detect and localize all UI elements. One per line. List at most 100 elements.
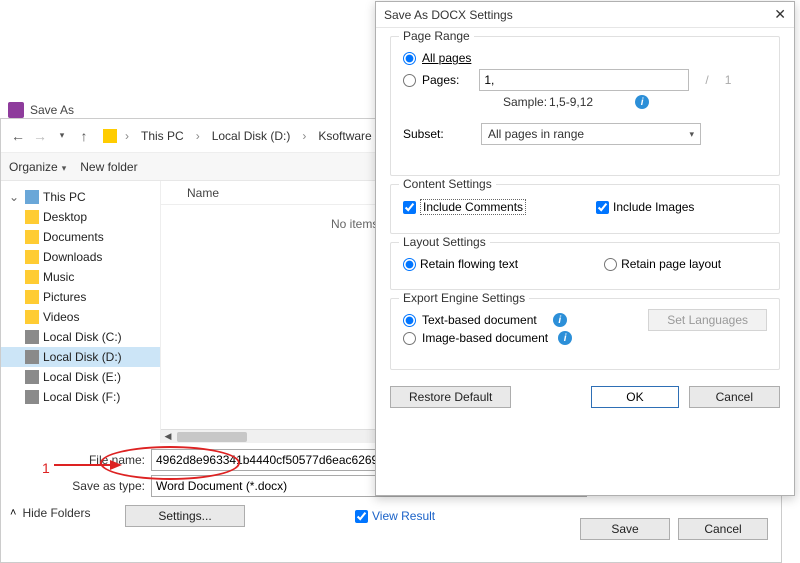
sample-value: 1,5-9,12 bbox=[549, 95, 593, 109]
tree-item-local-disk-d-[interactable]: Local Disk (D:) bbox=[1, 347, 160, 367]
crumb-sep: › bbox=[119, 125, 135, 147]
empty-message: No items bbox=[331, 217, 378, 231]
dialog-cancel-button[interactable]: Cancel bbox=[689, 386, 780, 408]
nav-fwd-icon[interactable]: → bbox=[29, 125, 51, 147]
image-based-radio[interactable] bbox=[403, 332, 416, 345]
content-settings-legend: Content Settings bbox=[399, 177, 496, 191]
tree-icon bbox=[25, 250, 39, 264]
docx-settings-dialog: Save As DOCX Settings ✕ Page Range All p… bbox=[375, 1, 795, 496]
tree-label: Local Disk (C:) bbox=[43, 330, 122, 344]
crumb-sep: › bbox=[296, 125, 312, 147]
ok-button[interactable]: OK bbox=[591, 386, 678, 408]
all-pages-radio[interactable] bbox=[403, 52, 416, 65]
set-languages-button: Set Languages bbox=[648, 309, 767, 331]
tree-label: Music bbox=[43, 270, 74, 284]
tree-item-local-disk-c-[interactable]: Local Disk (C:) bbox=[1, 327, 160, 347]
page-range-group: Page Range All pages Pages: / 1 Sample: … bbox=[390, 36, 780, 176]
expand-icon[interactable]: ⌄ bbox=[7, 190, 21, 204]
crumb-sep: › bbox=[190, 125, 206, 147]
tree-icon bbox=[25, 310, 39, 324]
chevron-down-icon: ▾ bbox=[689, 129, 694, 140]
pages-slash: / bbox=[705, 73, 708, 87]
tree-item-downloads[interactable]: Downloads bbox=[1, 247, 160, 267]
include-comments-tick[interactable] bbox=[403, 201, 416, 214]
tree-item-desktop[interactable]: Desktop bbox=[1, 207, 160, 227]
image-based-info-icon[interactable]: i bbox=[558, 331, 572, 345]
tree-label: Videos bbox=[43, 310, 79, 324]
nav-up-icon[interactable]: ↑ bbox=[73, 125, 95, 147]
subset-label: Subset: bbox=[403, 127, 475, 141]
tree-icon bbox=[25, 270, 39, 284]
export-engine-legend: Export Engine Settings bbox=[399, 291, 529, 305]
crumb-3[interactable]: Ksoftware bbox=[312, 125, 377, 147]
page-range-legend: Page Range bbox=[399, 29, 474, 43]
tree-icon bbox=[25, 210, 39, 224]
pages-label: Pages: bbox=[422, 73, 459, 87]
include-comments-checkbox[interactable]: Include Comments bbox=[403, 199, 526, 215]
text-based-label: Text-based document bbox=[422, 313, 537, 327]
hide-folders-link[interactable]: Hide Folders bbox=[22, 506, 90, 520]
sample-label: Sample: bbox=[503, 95, 547, 109]
text-based-info-icon[interactable]: i bbox=[553, 313, 567, 327]
crumb-2[interactable]: Local Disk (D:) bbox=[206, 125, 297, 147]
restore-default-button[interactable]: Restore Default bbox=[390, 386, 511, 408]
tree-item-local-disk-e-[interactable]: Local Disk (E:) bbox=[1, 367, 160, 387]
tree-item-music[interactable]: Music bbox=[1, 267, 160, 287]
tree-label: This PC bbox=[43, 190, 86, 204]
include-comments-label: Include Comments bbox=[420, 199, 526, 215]
drive-root-icon bbox=[103, 129, 117, 143]
nav-recent-icon[interactable]: ▾ bbox=[51, 125, 73, 147]
tree-item-videos[interactable]: Videos bbox=[1, 307, 160, 327]
breadcrumb[interactable]: › This PC › Local Disk (D:) › Ksoftware bbox=[103, 125, 378, 147]
pages-total: 1 bbox=[725, 73, 732, 87]
save-button[interactable]: Save bbox=[580, 518, 670, 540]
file-name-label: File name: bbox=[63, 453, 145, 467]
tree-item-documents[interactable]: Documents bbox=[1, 227, 160, 247]
app-icon bbox=[8, 102, 24, 118]
export-engine-group: Export Engine Settings Text-based docume… bbox=[390, 298, 780, 370]
text-based-radio[interactable] bbox=[403, 314, 416, 327]
tree-icon bbox=[25, 230, 39, 244]
layout-settings-legend: Layout Settings bbox=[399, 235, 490, 249]
subset-value: All pages in range bbox=[488, 127, 584, 141]
tree-icon bbox=[25, 330, 39, 344]
cancel-button[interactable]: Cancel bbox=[678, 518, 768, 540]
tree-icon bbox=[25, 290, 39, 304]
include-images-label: Include Images bbox=[613, 200, 694, 214]
tree-item-local-disk-f-[interactable]: Local Disk (F:) bbox=[1, 387, 160, 407]
tree-label: Desktop bbox=[43, 210, 87, 224]
tree-icon bbox=[25, 350, 39, 364]
scroll-left-icon[interactable]: ◀ bbox=[161, 430, 175, 443]
window-title: Save As bbox=[30, 103, 74, 117]
retain-page-label: Retain page layout bbox=[621, 257, 721, 271]
tree-label: Local Disk (E:) bbox=[43, 370, 121, 384]
tree-icon bbox=[25, 370, 39, 384]
organize-menu[interactable]: Organize bbox=[9, 160, 66, 174]
tree-item-pictures[interactable]: Pictures bbox=[1, 287, 160, 307]
image-based-label: Image-based document bbox=[422, 331, 548, 345]
tree-label: Documents bbox=[43, 230, 104, 244]
tree-item-this-pc[interactable]: ⌄ This PC bbox=[1, 187, 160, 207]
retain-flowing-radio[interactable]: Retain flowing text bbox=[403, 257, 518, 271]
folder-tree[interactable]: ⌄ This PC Desktop Documents Downloads Music Pi… bbox=[1, 181, 161, 443]
tree-label: Downloads bbox=[43, 250, 102, 264]
tree-label: Pictures bbox=[43, 290, 86, 304]
layout-settings-group: Layout Settings Retain flowing text Reta… bbox=[390, 242, 780, 290]
nav-back-icon[interactable]: ← bbox=[7, 125, 29, 147]
column-name[interactable]: Name bbox=[179, 186, 227, 200]
crumb-1[interactable]: This PC bbox=[135, 125, 190, 147]
new-folder-button[interactable]: New folder bbox=[80, 160, 137, 174]
hide-folders-chevron-icon[interactable]: ˄ bbox=[10, 507, 16, 519]
tree-icon bbox=[25, 390, 39, 404]
scroll-thumb[interactable] bbox=[177, 432, 247, 442]
pages-radio[interactable] bbox=[403, 74, 416, 87]
retain-page-radio[interactable]: Retain page layout bbox=[604, 257, 721, 271]
include-images-tick[interactable] bbox=[596, 201, 609, 214]
close-icon[interactable]: ✕ bbox=[774, 6, 786, 23]
tree-label: Local Disk (F:) bbox=[43, 390, 120, 404]
pages-input[interactable] bbox=[479, 69, 689, 91]
sample-info-icon[interactable]: i bbox=[635, 95, 649, 109]
subset-select[interactable]: All pages in range ▾ bbox=[481, 123, 701, 145]
include-images-checkbox[interactable]: Include Images bbox=[596, 200, 694, 214]
content-settings-group: Content Settings Include Comments Includ… bbox=[390, 184, 780, 234]
